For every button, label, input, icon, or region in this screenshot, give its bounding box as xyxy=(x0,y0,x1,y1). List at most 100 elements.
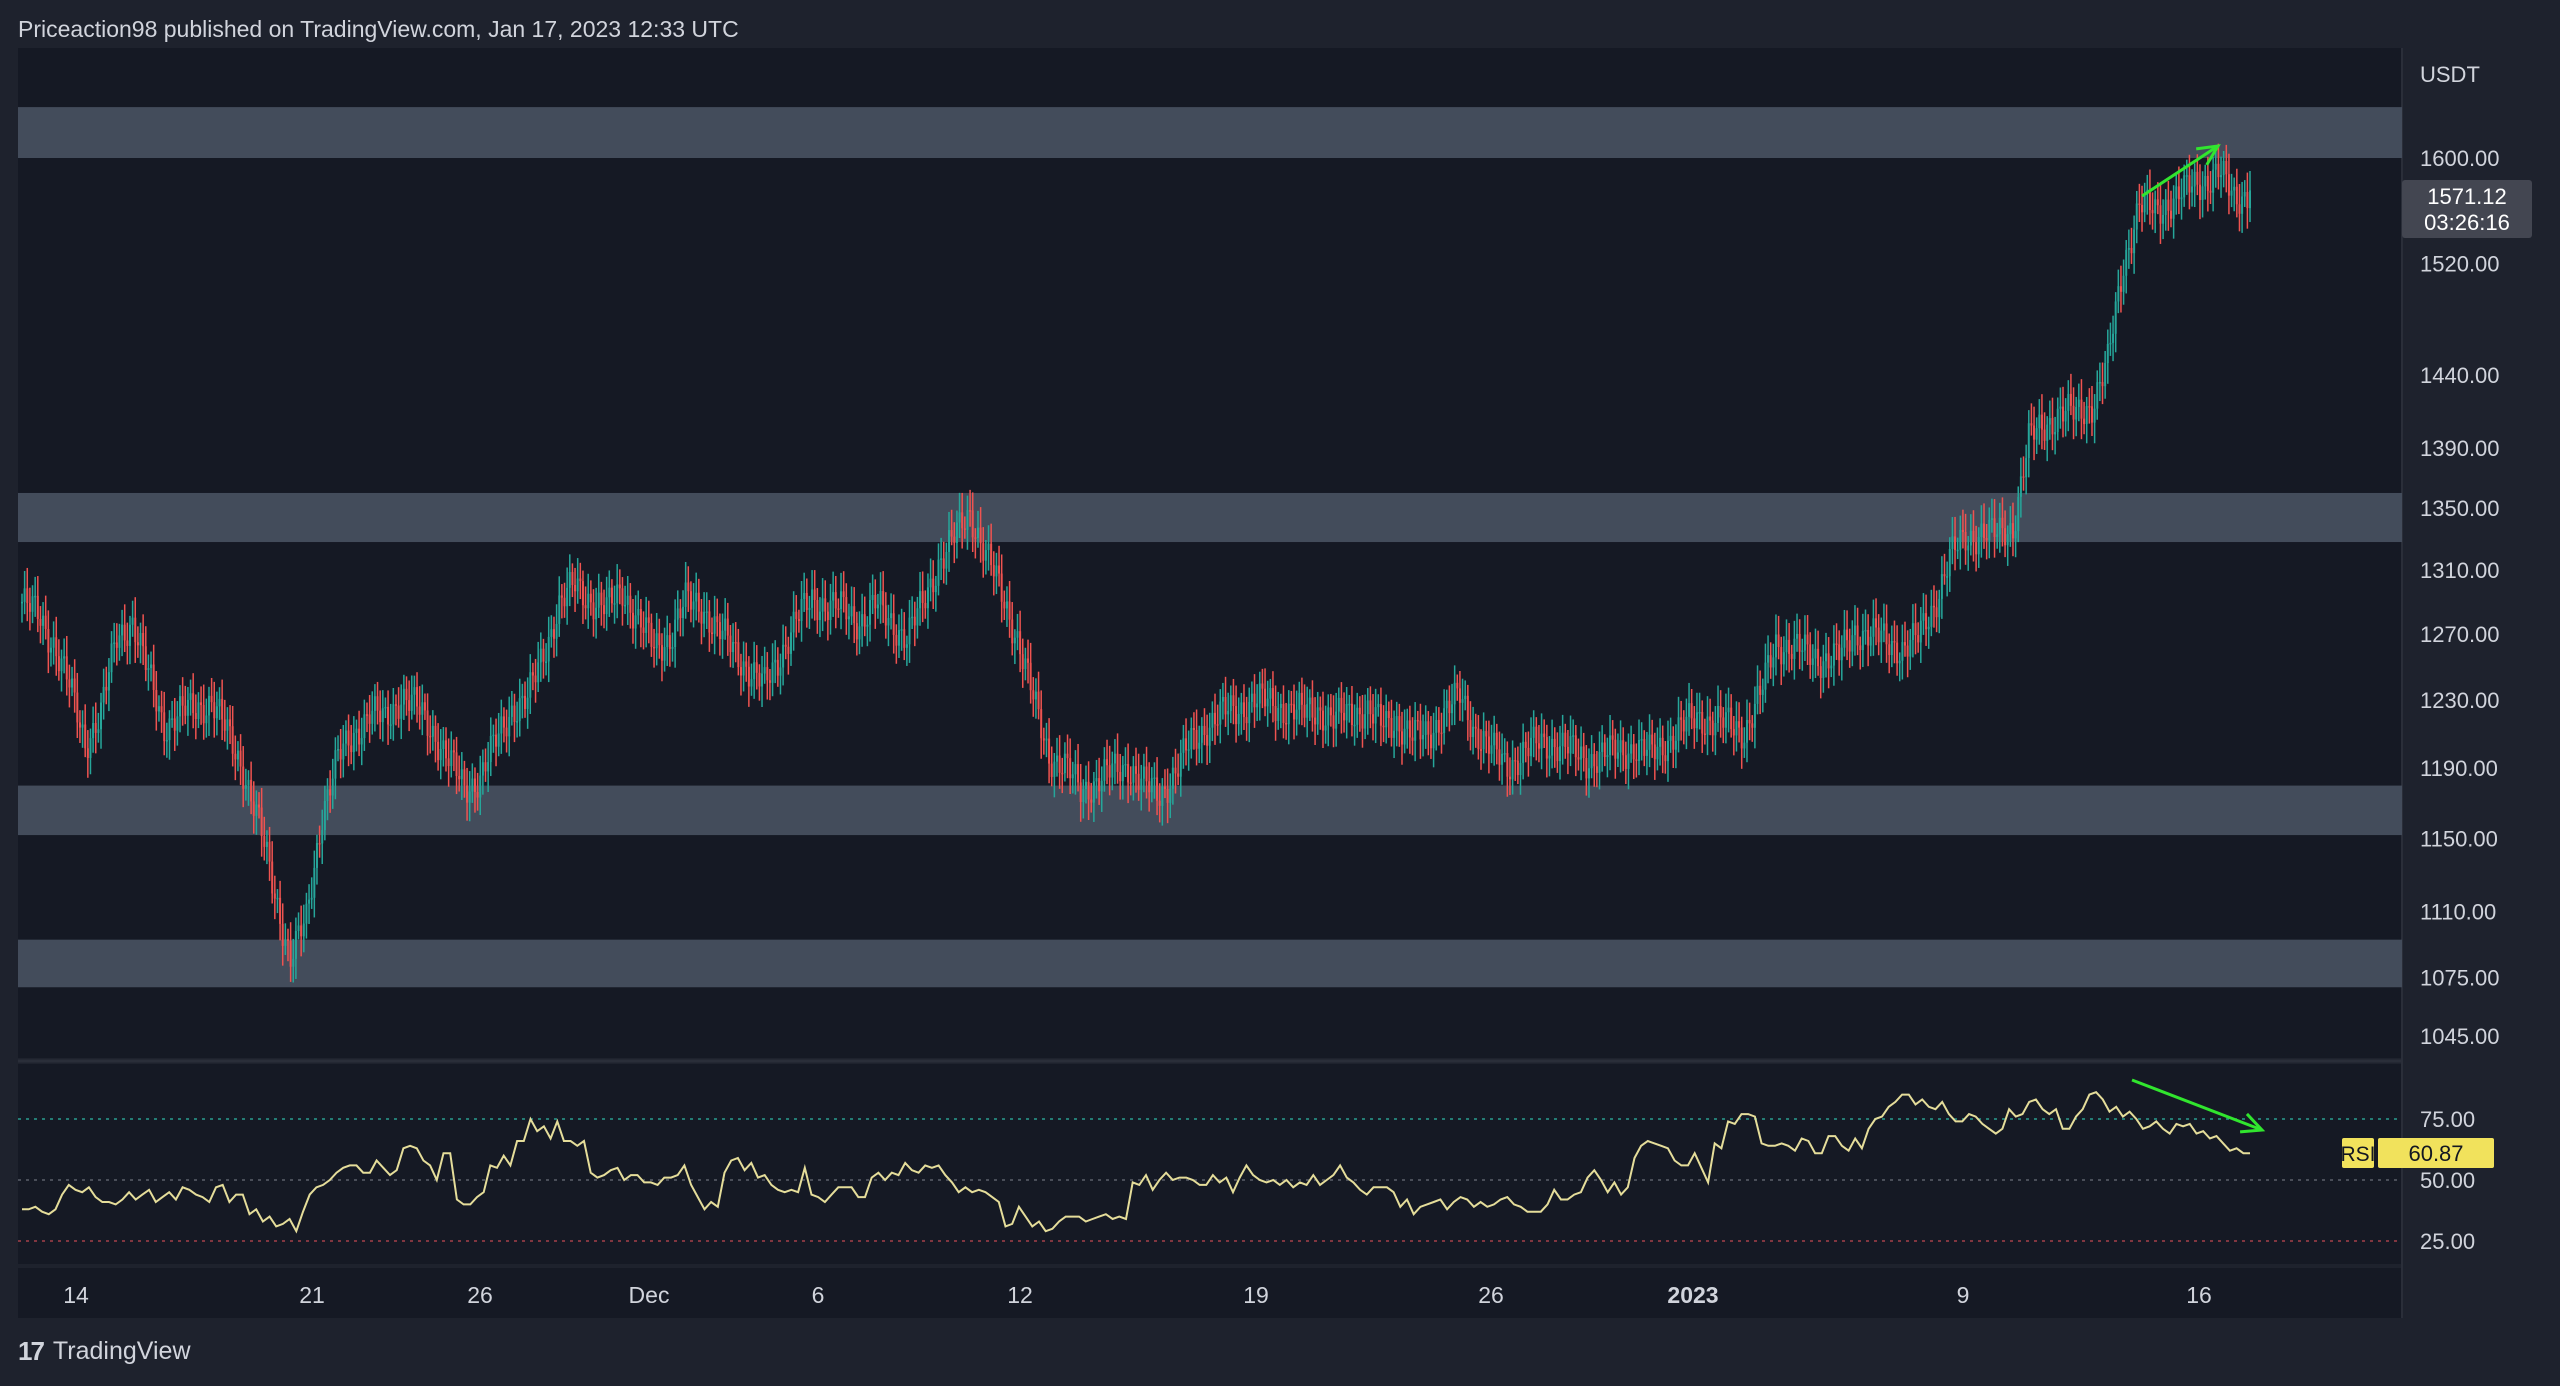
candle-body xyxy=(68,679,71,688)
candle-body xyxy=(2217,163,2220,178)
candle-body xyxy=(147,668,150,671)
candle-body xyxy=(1132,766,1135,783)
candle-body xyxy=(1140,778,1143,790)
candle-body xyxy=(1369,700,1372,715)
candle-body xyxy=(621,588,624,606)
candle-body xyxy=(1340,697,1343,713)
candle-body xyxy=(1753,703,1756,728)
candle-body xyxy=(832,592,835,601)
candle-body xyxy=(447,758,450,767)
candle-body xyxy=(1303,704,1306,718)
candle-body xyxy=(337,749,340,751)
candle-body xyxy=(236,750,239,760)
candle-body xyxy=(2227,174,2230,196)
candle-body xyxy=(126,640,129,646)
candle-body xyxy=(2088,406,2091,408)
candle-body xyxy=(223,719,226,731)
candle-body xyxy=(376,696,379,711)
candle-body xyxy=(1306,704,1309,718)
candle-body xyxy=(2154,199,2157,214)
candle-body xyxy=(2138,203,2141,206)
candle-body xyxy=(1822,661,1825,678)
candle-body xyxy=(1983,523,1986,538)
candle-body xyxy=(1453,682,1456,705)
candle-body xyxy=(210,695,213,703)
candle-body xyxy=(837,608,840,610)
candle-body xyxy=(2169,210,2172,219)
price-tick-label: 1390.00 xyxy=(2420,436,2500,461)
candlestick-chart[interactable]: USDT 1600.00 1520.00 1440.00 1390.00 1350.00… xyxy=(0,0,2560,1386)
candle-body xyxy=(365,714,368,716)
candle-body xyxy=(1345,703,1348,721)
candle-body xyxy=(1582,746,1585,758)
rsi-tick-label: 75.00 xyxy=(2420,1107,2475,1132)
candle-body xyxy=(1703,733,1706,736)
candle-body xyxy=(1572,735,1575,737)
candle-body xyxy=(100,702,103,730)
candle-body xyxy=(2193,171,2196,187)
tradingview-footer[interactable]: 17 TradingView xyxy=(18,1336,191,1367)
candle-body xyxy=(1930,605,1933,627)
candle-body xyxy=(676,608,679,620)
candle-body xyxy=(387,706,390,725)
candle-body xyxy=(450,750,453,767)
candle-body xyxy=(1817,648,1820,667)
candle-body xyxy=(276,897,279,900)
candle-body xyxy=(284,939,287,946)
candle-body xyxy=(790,632,793,654)
candle-body xyxy=(2220,175,2223,178)
candle-body xyxy=(1614,739,1617,759)
candle-body xyxy=(1875,618,1878,628)
candle-body xyxy=(1882,623,1885,631)
candle-body xyxy=(2127,247,2130,250)
candle-body xyxy=(334,750,337,779)
candle-body xyxy=(1029,662,1032,691)
candle-body xyxy=(2141,204,2144,213)
candle-body xyxy=(463,769,466,786)
candle-body xyxy=(1295,709,1298,720)
candle-body xyxy=(1042,738,1045,741)
candle-body xyxy=(1695,712,1698,729)
candle-body xyxy=(1717,705,1720,723)
time-tick-label: 9 xyxy=(1957,1282,1970,1308)
candle-body xyxy=(2243,191,2246,197)
candle-body xyxy=(1985,537,1988,541)
candle-body xyxy=(1095,778,1098,782)
candle-body xyxy=(747,666,750,687)
price-tick-label: 1190.00 xyxy=(2420,756,2498,781)
candle-body xyxy=(660,645,663,661)
candle-body xyxy=(358,728,361,745)
candle-body xyxy=(481,762,484,776)
candle-body xyxy=(1314,717,1317,725)
candle-body xyxy=(1530,737,1533,757)
candle-body xyxy=(552,629,555,639)
candle-body xyxy=(779,667,782,676)
candle-body xyxy=(1311,697,1314,718)
candle-body xyxy=(2183,175,2186,198)
time-tick-label: 2023 xyxy=(1667,1282,1718,1308)
candle-body xyxy=(1738,721,1741,728)
candle-body xyxy=(1145,766,1148,782)
candle-body xyxy=(460,769,463,780)
candle-body xyxy=(1200,725,1203,743)
candle-body xyxy=(471,778,474,792)
candle-body xyxy=(2085,406,2088,425)
candle-body xyxy=(579,578,582,582)
sr-zone xyxy=(18,785,2402,836)
candle-body xyxy=(1182,738,1185,753)
candle-body xyxy=(205,715,208,724)
candle-body xyxy=(1701,711,1704,734)
candle-body xyxy=(739,667,742,676)
candle-body xyxy=(1414,719,1417,741)
candle-body xyxy=(2114,301,2117,334)
candle-body xyxy=(1674,740,1677,750)
candle-body xyxy=(668,635,671,649)
candle-body xyxy=(81,724,84,728)
candle-body xyxy=(1208,727,1211,746)
candle-body xyxy=(1211,712,1214,728)
candle-body xyxy=(410,694,413,711)
candle-body xyxy=(510,705,513,717)
candle-body xyxy=(753,662,756,680)
candle-body xyxy=(1053,761,1056,777)
candle-body xyxy=(1493,732,1496,746)
